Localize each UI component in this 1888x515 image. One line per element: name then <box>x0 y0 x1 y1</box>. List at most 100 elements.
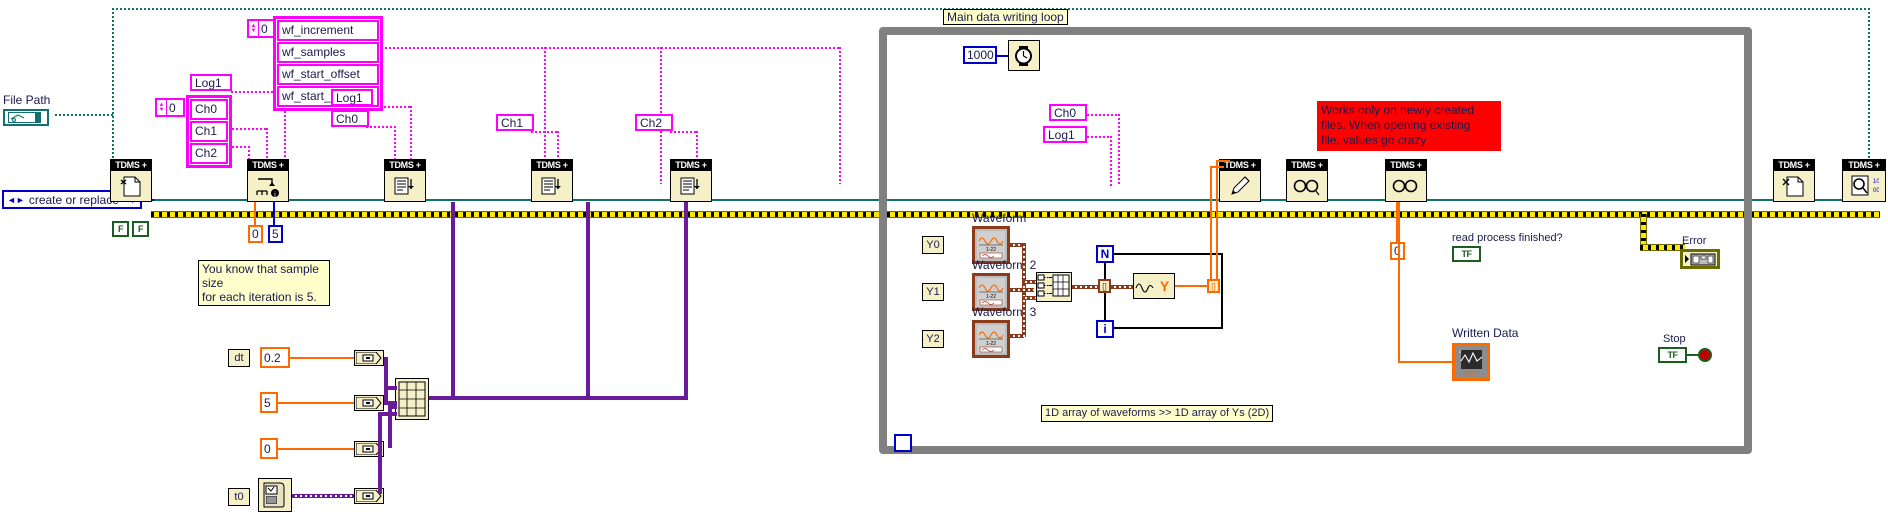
channel-name-ch1-mid[interactable]: Ch1 <box>496 114 534 131</box>
waveform-prop-item: wf_samples <box>277 42 379 63</box>
tdms-write-node-1[interactable]: TDMS + <box>384 159 426 202</box>
for-loop-count-terminal[interactable]: N <box>1096 245 1114 263</box>
waveform-terminal-3[interactable]: 1-22 <box>972 320 1010 358</box>
wire-cluster-branch-h <box>451 396 688 400</box>
waveform-label-3: Waveform 3 <box>972 305 1037 319</box>
written-data-label: Written Data <box>1452 326 1519 340</box>
boolean-constant-f-1[interactable]: F <box>112 221 129 237</box>
svg-text:i: i <box>274 191 276 199</box>
wire-2d-array-top <box>1210 166 1224 168</box>
read-finished-indicator[interactable]: TF <box>1452 246 1481 262</box>
channel-names-array[interactable]: Ch0 Ch1 Ch2 <box>186 95 232 168</box>
tdms-open-node[interactable]: TDMS + <box>110 159 152 202</box>
tdms-write-node-3[interactable]: TDMS + <box>670 159 712 202</box>
wire-bundle-t0-v <box>378 412 382 494</box>
tdms-node-header: TDMS + <box>1774 160 1814 171</box>
tdms-node-header: TDMS + <box>671 160 711 171</box>
channel-index[interactable]: ▲ ▼ 0 <box>155 98 185 117</box>
glasses-icon <box>1386 171 1426 201</box>
wait-ms-node[interactable] <box>1008 40 1040 71</box>
tdms-file-viewer-node[interactable]: TDMS + 101 001 <box>1842 159 1886 202</box>
waveform-index-label-2: Y1 <box>922 283 944 301</box>
svg-text:001: 001 <box>1873 188 1879 194</box>
channel-name-ch0-loop[interactable]: Ch0 <box>1049 104 1087 121</box>
tdms-node-header: TDMS + <box>532 160 572 171</box>
tdms-get-properties-node-1[interactable]: TDMS + <box>1286 159 1328 202</box>
waveform-prop-item: wf_increment <box>277 20 379 41</box>
tdms-write-loop-node[interactable]: TDMS + <box>1219 159 1261 202</box>
wire-read-finished <box>1462 214 1464 246</box>
wire-ch0-b <box>366 126 396 128</box>
for-loop-index-terminal[interactable]: i <box>1096 320 1114 338</box>
offset-constant[interactable]: 0 <box>260 438 278 459</box>
bundle-input-dt[interactable] <box>354 350 384 366</box>
waveform-icon <box>1134 274 1155 298</box>
wire-waveform-1-to-build <box>1022 280 1036 284</box>
waveform-props-index-value: 0 <box>261 21 268 36</box>
wire-filepath-right-riser <box>1868 8 1870 166</box>
t0-label-terminal[interactable]: t0 <box>228 488 250 506</box>
group-name-log1-1[interactable]: Log1 <box>190 74 232 91</box>
boolean-constant-f-2[interactable]: F <box>132 221 149 237</box>
tdms-write-node-2[interactable]: TDMS + <box>531 159 573 202</box>
file-path-label: File Path <box>3 93 51 107</box>
for-loop-input-tunnel[interactable]: [] <box>1098 279 1111 293</box>
bundle-icon <box>396 379 428 419</box>
tdms-set-properties-node[interactable]: TDMS + i <box>247 159 289 202</box>
channel-name-ch2-mid[interactable]: Ch2 <box>635 114 673 131</box>
group-name-log1-2[interactable]: Log1 <box>331 89 373 106</box>
wire-t0 <box>292 494 356 498</box>
samples-constant[interactable]: 5 <box>260 392 278 413</box>
spinner-arrows-icon[interactable]: ▲ ▼ <box>157 100 167 115</box>
svg-text:DBL: DBL <box>1465 372 1475 377</box>
bundle-input-samples[interactable] <box>354 395 384 411</box>
build-array-node[interactable] <box>1036 272 1072 302</box>
channel-name-item: Ch1 <box>190 121 228 142</box>
wire-2d-array-in <box>1218 160 1230 162</box>
get-waveform-y-node[interactable]: Y <box>1133 273 1175 299</box>
svg-text:1-22: 1-22 <box>986 341 996 347</box>
wait-ms-constant[interactable]: 1000 <box>963 46 997 64</box>
wire-cluster-riser2 <box>684 202 688 400</box>
file-path-terminal[interactable] <box>3 109 49 126</box>
tdms-node-header: TDMS + <box>1386 160 1426 171</box>
group-name-log1-loop[interactable]: Log1 <box>1043 126 1087 143</box>
wire-error-branch-right <box>1640 244 1685 251</box>
tdms-node-header: TDMS + <box>1843 160 1885 171</box>
samples-per-iteration-constant[interactable]: 5 <box>268 225 283 243</box>
stop-control[interactable]: TF <box>1658 347 1687 363</box>
wire-bundle-dt <box>384 357 388 402</box>
array-conversion-comment: 1D array of waveforms >> 1D array of Ys … <box>1041 405 1274 422</box>
tdms-close-node[interactable]: TDMS + <box>1773 159 1815 202</box>
get-date-time-node[interactable] <box>258 478 292 512</box>
tdms-get-properties-node-2[interactable]: TDMS + <box>1385 159 1427 202</box>
wire-written-data-riser <box>1398 202 1400 363</box>
wire-2d-array-up2 <box>1210 166 1212 280</box>
error-label: Error <box>1682 235 1707 247</box>
wire-written-data <box>1400 361 1454 363</box>
dt-label-terminal[interactable]: dt <box>228 349 250 367</box>
bundle-cluster-node[interactable] <box>395 378 429 420</box>
error-indicator[interactable] <box>1680 249 1720 269</box>
channel-name-ch0-2[interactable]: Ch0 <box>331 110 369 127</box>
wire-for-loop-in <box>1111 285 1133 289</box>
write-offset-constant[interactable]: 0 <box>248 225 263 243</box>
wire-cluster-riser3 <box>586 202 590 400</box>
while-loop-index-terminal[interactable] <box>894 434 912 452</box>
dt-constant[interactable]: 0.2 <box>260 347 290 368</box>
for-loop-output-tunnel[interactable]: [] <box>1207 279 1220 293</box>
wire-bundle-offset-h <box>388 405 397 409</box>
written-data-indicator[interactable]: 2 DBL <box>1452 343 1490 381</box>
wire-offset <box>278 448 356 450</box>
wire-ch2-mid <box>670 131 698 133</box>
tdms-open-icon <box>111 171 151 201</box>
wire-setprops-offset <box>254 202 256 226</box>
svg-text:1-22: 1-22 <box>986 247 996 253</box>
wire-y-out <box>1175 285 1210 287</box>
wire-open-f1 <box>120 202 122 222</box>
wire-samples <box>278 402 356 404</box>
loop-stop-terminal[interactable] <box>1698 348 1712 362</box>
left-right-arrows-icon: ◄► <box>7 194 25 205</box>
tdms-write-icon <box>532 171 572 201</box>
spinner-arrows-icon[interactable]: ▲ ▼ <box>249 21 259 36</box>
